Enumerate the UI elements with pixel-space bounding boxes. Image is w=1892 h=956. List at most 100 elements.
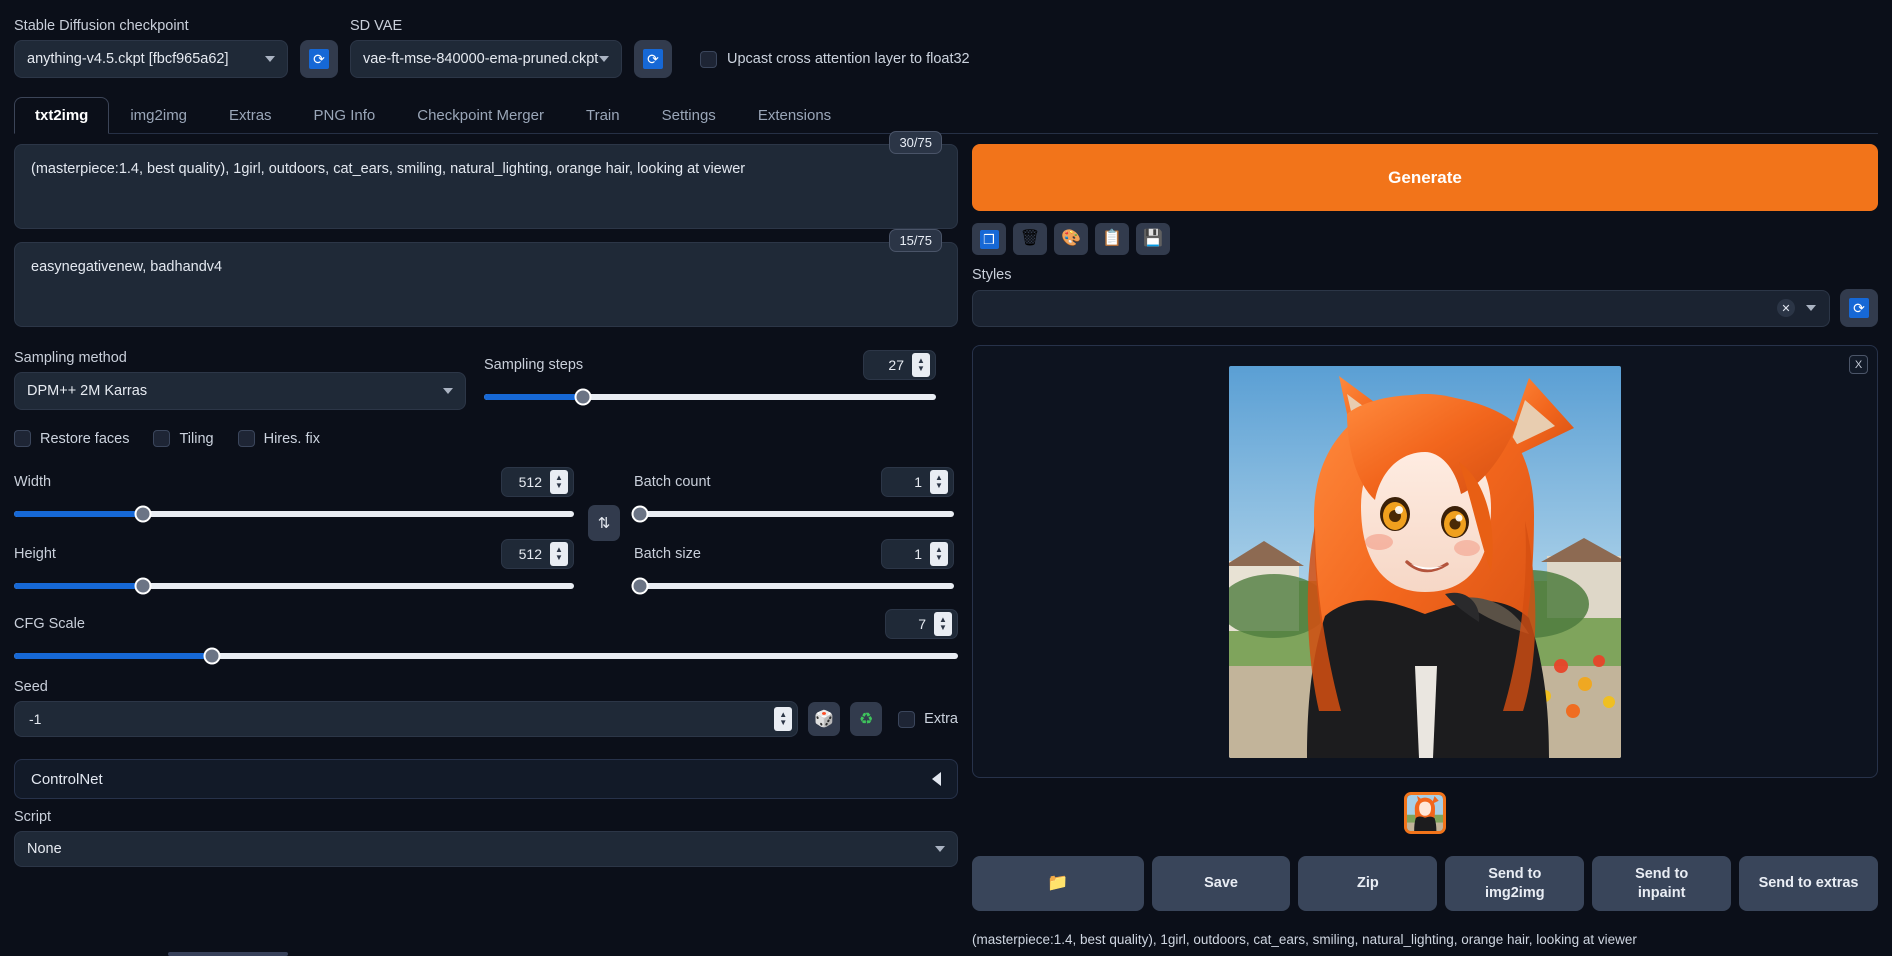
- image-gallery: X: [972, 345, 1878, 778]
- slider-knob[interactable]: [134, 578, 151, 595]
- batch-size-slider[interactable]: [634, 583, 954, 589]
- controlnet-accordion[interactable]: ControlNet: [14, 759, 958, 799]
- styles-label: Styles: [972, 267, 1878, 283]
- batch-count-stepper[interactable]: ▲▼: [930, 470, 948, 494]
- send-to-inpaint-button[interactable]: Send to inpaint: [1592, 856, 1731, 911]
- slider-knob[interactable]: [632, 578, 649, 595]
- batch-count-slider[interactable]: [634, 511, 954, 517]
- paint-card-icon: 🎨: [1061, 231, 1081, 247]
- sampling-method-select[interactable]: DPM++ 2M Karras: [14, 372, 466, 410]
- generate-panel: Generate ❒ 🗑 🎨 📋 💾: [972, 144, 1878, 327]
- tab-checkpoint-merger[interactable]: Checkpoint Merger: [396, 97, 565, 134]
- slider-knob[interactable]: [575, 389, 592, 406]
- dice-icon: 🎲: [814, 709, 834, 729]
- height-slider[interactable]: [14, 583, 574, 589]
- vae-label: SD VAE: [350, 18, 622, 34]
- open-folder-button[interactable]: 📁: [972, 856, 1144, 911]
- swap-dimensions-button[interactable]: ⇅: [588, 505, 620, 541]
- zip-button[interactable]: Zip: [1298, 856, 1437, 911]
- vae-select[interactable]: vae-ft-mse-840000-ema-pruned.ckpt: [350, 40, 622, 78]
- clear-styles-icon[interactable]: ✕: [1777, 299, 1795, 317]
- right-panel: Generate ❒ 🗑 🎨 📋 💾: [972, 144, 1878, 956]
- pen-arrow-icon: ❒: [980, 230, 999, 249]
- tiling-item[interactable]: Tiling: [153, 430, 213, 447]
- slider-knob[interactable]: [204, 648, 221, 665]
- generated-image[interactable]: [1229, 366, 1621, 758]
- width-numbox[interactable]: 512 ▲▼: [501, 467, 574, 497]
- sampling-steps-stepper[interactable]: ▲▼: [912, 353, 930, 377]
- restore-faces-checkbox[interactable]: [14, 430, 31, 447]
- height-stepper[interactable]: ▲▼: [550, 542, 568, 566]
- save-button[interactable]: Save: [1152, 856, 1291, 911]
- generation-settings: Sampling method DPM++ 2M Karras Restore …: [14, 350, 958, 447]
- generated-image-svg: [1229, 366, 1621, 758]
- refresh-styles-button[interactable]: ⟳: [1840, 289, 1878, 327]
- geninfo-prompt: (masterpiece:1.4, best quality), 1girl, …: [972, 927, 1878, 953]
- negative-prompt-input[interactable]: [14, 242, 958, 327]
- send-to-extras-button[interactable]: Send to extras: [1739, 856, 1878, 911]
- seed-input[interactable]: -1 ▲▼: [14, 701, 798, 737]
- batch-size-numbox[interactable]: 1 ▲▼: [881, 539, 954, 569]
- extra-checkbox[interactable]: [898, 711, 915, 728]
- chevron-down-icon: [1806, 305, 1816, 311]
- width-slider[interactable]: [14, 511, 574, 517]
- height-numbox[interactable]: 512 ▲▼: [501, 539, 574, 569]
- cfg-scale-numbox[interactable]: 7 ▲▼: [885, 609, 958, 639]
- tab-extensions[interactable]: Extensions: [737, 97, 852, 134]
- random-seed-button[interactable]: 🎲: [808, 702, 840, 736]
- negative-token-counter: 15/75: [889, 229, 942, 252]
- width-stepper[interactable]: ▲▼: [550, 470, 568, 494]
- seed-stepper[interactable]: ▲▼: [774, 707, 792, 731]
- show-extra-networks-button[interactable]: 🎨: [1054, 223, 1088, 255]
- positive-prompt-input[interactable]: [14, 144, 958, 229]
- restore-faces-label: Restore faces: [40, 431, 129, 447]
- refresh-checkpoint-button[interactable]: ⟳: [300, 40, 338, 78]
- upcast-checkbox[interactable]: [700, 51, 717, 68]
- cfg-scale-stepper[interactable]: ▲▼: [934, 612, 952, 636]
- horizontal-scrollbar[interactable]: [168, 952, 288, 956]
- tab-png-info[interactable]: PNG Info: [293, 97, 397, 134]
- batch-count-value: 1: [894, 474, 922, 490]
- apply-style-icon-button[interactable]: ❒: [972, 223, 1006, 255]
- hires-fix-item[interactable]: Hires. fix: [238, 430, 320, 447]
- batch-size-block: Batch size 1 ▲▼: [634, 539, 954, 589]
- stable-diffusion-webui: Stable Diffusion checkpoint anything-v4.…: [0, 0, 1892, 956]
- clear-prompt-button[interactable]: 🗑: [1013, 223, 1047, 255]
- save-style-button[interactable]: 💾: [1136, 223, 1170, 255]
- checkpoint-select[interactable]: anything-v4.5.ckpt [fbcf965a62]: [14, 40, 288, 78]
- sampling-steps-slider[interactable]: [484, 394, 936, 400]
- slider-fill: [484, 394, 583, 400]
- slider-knob[interactable]: [632, 506, 649, 523]
- chevron-down-icon: [935, 846, 945, 852]
- tab-img2img[interactable]: img2img: [109, 97, 208, 134]
- vae-field: SD VAE vae-ft-mse-840000-ema-pruned.ckpt: [350, 18, 622, 78]
- tab-extras[interactable]: Extras: [208, 97, 293, 134]
- slider-fill: [14, 653, 212, 659]
- cfg-block: CFG Scale 7 ▲▼: [14, 609, 958, 659]
- styles-select[interactable]: ✕: [972, 290, 1830, 327]
- slider-knob[interactable]: [134, 506, 151, 523]
- reuse-seed-button[interactable]: ♻: [850, 702, 882, 736]
- tab-train[interactable]: Train: [565, 97, 641, 134]
- close-icon[interactable]: X: [1849, 355, 1868, 374]
- hires-fix-checkbox[interactable]: [238, 430, 255, 447]
- cfg-scale-slider[interactable]: [14, 653, 958, 659]
- restore-faces-item[interactable]: Restore faces: [14, 430, 129, 447]
- positive-prompt-wrap: 30/75: [14, 144, 958, 234]
- tab-settings[interactable]: Settings: [641, 97, 737, 134]
- generate-button[interactable]: Generate: [972, 144, 1878, 211]
- tab-txt2img[interactable]: txt2img: [14, 97, 109, 134]
- batch-count-numbox[interactable]: 1 ▲▼: [881, 467, 954, 497]
- batch-size-stepper[interactable]: ▲▼: [930, 542, 948, 566]
- gallery-thumbnails: [972, 792, 1878, 834]
- chevron-down-icon: [265, 56, 275, 62]
- paste-params-button[interactable]: 📋: [1095, 223, 1129, 255]
- script-select[interactable]: None: [14, 831, 958, 867]
- extra-seed-item[interactable]: Extra: [898, 711, 958, 728]
- tiling-checkbox[interactable]: [153, 430, 170, 447]
- gallery-thumbnail-1[interactable]: [1404, 792, 1446, 834]
- sampling-steps-numbox[interactable]: 27 ▲▼: [863, 350, 936, 380]
- send-to-img2img-button[interactable]: Send to img2img: [1445, 856, 1584, 911]
- refresh-vae-button[interactable]: ⟳: [634, 40, 672, 78]
- refresh-icon: ⟳: [643, 49, 663, 69]
